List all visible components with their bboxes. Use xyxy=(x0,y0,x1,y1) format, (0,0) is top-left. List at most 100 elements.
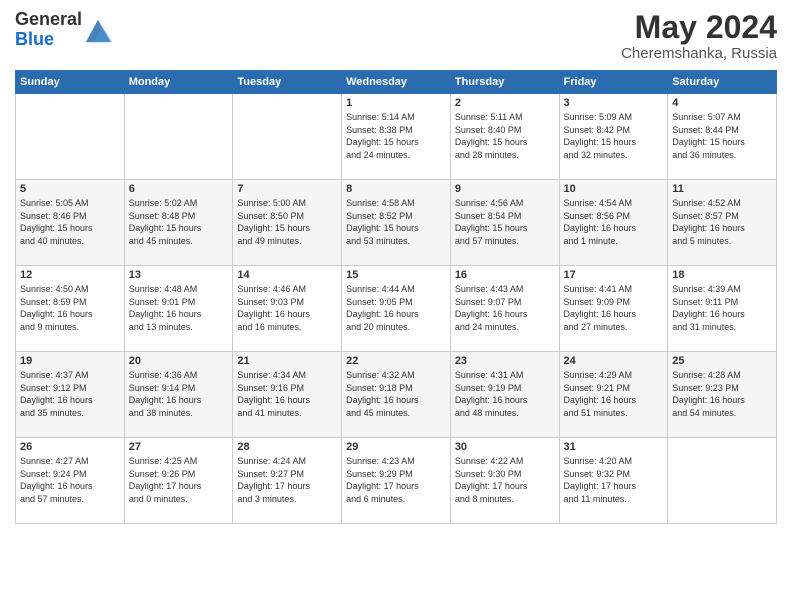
day-number: 9 xyxy=(455,183,555,195)
week-row-5: 26 Sunrise: 4:27 AM Sunset: 9:24 PM Dayli… xyxy=(16,438,777,524)
day-info: Sunrise: 4:24 AM Sunset: 9:27 PM Dayligh… xyxy=(237,455,337,505)
day-number: 24 xyxy=(564,355,664,367)
calendar-cell: 10 Sunrise: 4:54 AM Sunset: 8:56 PM Dayli… xyxy=(559,180,668,266)
calendar-cell: 12Sunrise: 4:50 AM Sunset: 8:59 PM Dayli… xyxy=(16,266,125,352)
logo-icon xyxy=(84,16,112,44)
calendar-cell: 19 Sunrise: 4:37 AM Sunset: 9:12 PM Dayli… xyxy=(16,352,125,438)
day-info: Sunrise: 4:58 AM Sunset: 8:52 PM Dayligh… xyxy=(346,197,446,247)
calendar-header: SundayMondayTuesdayWednesdayThursdayFrid… xyxy=(16,71,777,94)
day-number: 1 xyxy=(346,97,446,109)
day-number: 31 xyxy=(564,441,664,453)
calendar-cell: 24 Sunrise: 4:29 AM Sunset: 9:21 PM Dayli… xyxy=(559,352,668,438)
calendar-cell xyxy=(668,438,777,524)
day-info: Sunrise: 4:25 AM Sunset: 9:26 PM Dayligh… xyxy=(129,455,229,505)
day-info: Sunrise: 4:29 AM Sunset: 9:21 PM Dayligh… xyxy=(564,369,664,419)
day-info: Sunrise: 4:56 AM Sunset: 8:54 PM Dayligh… xyxy=(455,197,555,247)
day-number: 30 xyxy=(455,441,555,453)
day-number: 15 xyxy=(346,269,446,281)
day-info: Sunrise: 4:50 AM Sunset: 8:59 PM Dayligh… xyxy=(20,283,120,333)
day-number: 25 xyxy=(672,355,772,367)
day-number: 7 xyxy=(237,183,337,195)
day-number: 22 xyxy=(346,355,446,367)
calendar-cell: 5Sunrise: 5:05 AM Sunset: 8:46 PM Daylig… xyxy=(16,180,125,266)
day-number: 18 xyxy=(672,269,772,281)
weekday-header-wednesday: Wednesday xyxy=(342,71,451,94)
weekday-header-tuesday: Tuesday xyxy=(233,71,342,94)
calendar-cell: 26 Sunrise: 4:27 AM Sunset: 9:24 PM Dayli… xyxy=(16,438,125,524)
week-row-4: 19 Sunrise: 4:37 AM Sunset: 9:12 PM Dayli… xyxy=(16,352,777,438)
day-number: 6 xyxy=(129,183,229,195)
day-number: 4 xyxy=(672,97,772,109)
calendar-cell: 31 Sunrise: 4:20 AM Sunset: 9:32 PM Dayli… xyxy=(559,438,668,524)
day-info: Sunrise: 5:07 AM Sunset: 8:44 PM Dayligh… xyxy=(672,111,772,161)
day-info: Sunrise: 4:36 AM Sunset: 9:14 PM Dayligh… xyxy=(129,369,229,419)
calendar-cell xyxy=(16,94,125,180)
day-number: 10 xyxy=(564,183,664,195)
day-info: Sunrise: 4:46 AM Sunset: 9:03 PM Dayligh… xyxy=(237,283,337,333)
day-info: Sunrise: 5:02 AM Sunset: 8:48 PM Dayligh… xyxy=(129,197,229,247)
day-info: Sunrise: 4:27 AM Sunset: 9:24 PM Dayligh… xyxy=(20,455,120,505)
calendar-cell: 20Sunrise: 4:36 AM Sunset: 9:14 PM Dayli… xyxy=(124,352,233,438)
weekday-header-saturday: Saturday xyxy=(668,71,777,94)
calendar-cell: 13 Sunrise: 4:48 AM Sunset: 9:01 PM Dayli… xyxy=(124,266,233,352)
calendar-cell: 6 Sunrise: 5:02 AM Sunset: 8:48 PM Daylig… xyxy=(124,180,233,266)
day-info: Sunrise: 5:09 AM Sunset: 8:42 PM Dayligh… xyxy=(564,111,664,161)
calendar-cell: 2 Sunrise: 5:11 AM Sunset: 8:40 PM Daylig… xyxy=(450,94,559,180)
day-info: Sunrise: 4:54 AM Sunset: 8:56 PM Dayligh… xyxy=(564,197,664,247)
day-number: 27 xyxy=(129,441,229,453)
day-number: 16 xyxy=(455,269,555,281)
day-info: Sunrise: 4:31 AM Sunset: 9:19 PM Dayligh… xyxy=(455,369,555,419)
calendar-cell xyxy=(124,94,233,180)
title-block: May 2024 Cheremshanka, Russia xyxy=(621,10,777,62)
logo-general: General xyxy=(15,9,82,29)
day-info: Sunrise: 4:28 AM Sunset: 9:23 PM Dayligh… xyxy=(672,369,772,419)
day-info: Sunrise: 4:43 AM Sunset: 9:07 PM Dayligh… xyxy=(455,283,555,333)
calendar-cell: 21 Sunrise: 4:34 AM Sunset: 9:16 PM Dayli… xyxy=(233,352,342,438)
weekday-row: SundayMondayTuesdayWednesdayThursdayFrid… xyxy=(16,71,777,94)
calendar-cell: 9 Sunrise: 4:56 AM Sunset: 8:54 PM Daylig… xyxy=(450,180,559,266)
calendar-cell: 27 Sunrise: 4:25 AM Sunset: 9:26 PM Dayli… xyxy=(124,438,233,524)
day-info: Sunrise: 4:37 AM Sunset: 9:12 PM Dayligh… xyxy=(20,369,120,419)
calendar-cell: 1 Sunrise: 5:14 AM Sunset: 8:38 PM Daylig… xyxy=(342,94,451,180)
calendar-cell: 28 Sunrise: 4:24 AM Sunset: 9:27 PM Dayli… xyxy=(233,438,342,524)
day-number: 3 xyxy=(564,97,664,109)
calendar-table: SundayMondayTuesdayWednesdayThursdayFrid… xyxy=(15,70,777,524)
day-number: 28 xyxy=(237,441,337,453)
calendar-cell: 14 Sunrise: 4:46 AM Sunset: 9:03 PM Dayli… xyxy=(233,266,342,352)
calendar-cell: 11Sunrise: 4:52 AM Sunset: 8:57 PM Dayli… xyxy=(668,180,777,266)
day-info: Sunrise: 5:00 AM Sunset: 8:50 PM Dayligh… xyxy=(237,197,337,247)
day-number: 19 xyxy=(20,355,120,367)
calendar-cell: 17Sunrise: 4:41 AM Sunset: 9:09 PM Dayli… xyxy=(559,266,668,352)
day-info: Sunrise: 4:20 AM Sunset: 9:32 PM Dayligh… xyxy=(564,455,664,505)
calendar-body: 1 Sunrise: 5:14 AM Sunset: 8:38 PM Daylig… xyxy=(16,94,777,524)
day-number: 2 xyxy=(455,97,555,109)
calendar-cell: 8 Sunrise: 4:58 AM Sunset: 8:52 PM Daylig… xyxy=(342,180,451,266)
calendar-cell: 25 Sunrise: 4:28 AM Sunset: 9:23 PM Dayli… xyxy=(668,352,777,438)
logo-blue: Blue xyxy=(15,29,54,49)
day-info: Sunrise: 4:41 AM Sunset: 9:09 PM Dayligh… xyxy=(564,283,664,333)
weekday-header-monday: Monday xyxy=(124,71,233,94)
day-info: Sunrise: 4:34 AM Sunset: 9:16 PM Dayligh… xyxy=(237,369,337,419)
week-row-3: 12Sunrise: 4:50 AM Sunset: 8:59 PM Dayli… xyxy=(16,266,777,352)
weekday-header-thursday: Thursday xyxy=(450,71,559,94)
day-number: 8 xyxy=(346,183,446,195)
day-number: 14 xyxy=(237,269,337,281)
logo-text: General Blue xyxy=(15,10,112,50)
calendar-cell: 23Sunrise: 4:31 AM Sunset: 9:19 PM Dayli… xyxy=(450,352,559,438)
day-info: Sunrise: 4:48 AM Sunset: 9:01 PM Dayligh… xyxy=(129,283,229,333)
subtitle: Cheremshanka, Russia xyxy=(621,45,777,62)
day-number: 29 xyxy=(346,441,446,453)
page: General Blue May 2024 Cheremshanka, Russ… xyxy=(0,0,792,612)
day-number: 26 xyxy=(20,441,120,453)
day-info: Sunrise: 5:11 AM Sunset: 8:40 PM Dayligh… xyxy=(455,111,555,161)
calendar-cell: 16 Sunrise: 4:43 AM Sunset: 9:07 PM Dayli… xyxy=(450,266,559,352)
day-info: Sunrise: 5:14 AM Sunset: 8:38 PM Dayligh… xyxy=(346,111,446,161)
calendar-cell: 29Sunrise: 4:23 AM Sunset: 9:29 PM Dayli… xyxy=(342,438,451,524)
weekday-header-sunday: Sunday xyxy=(16,71,125,94)
week-row-2: 5Sunrise: 5:05 AM Sunset: 8:46 PM Daylig… xyxy=(16,180,777,266)
day-number: 13 xyxy=(129,269,229,281)
day-info: Sunrise: 4:32 AM Sunset: 9:18 PM Dayligh… xyxy=(346,369,446,419)
weekday-header-friday: Friday xyxy=(559,71,668,94)
day-number: 21 xyxy=(237,355,337,367)
day-number: 5 xyxy=(20,183,120,195)
